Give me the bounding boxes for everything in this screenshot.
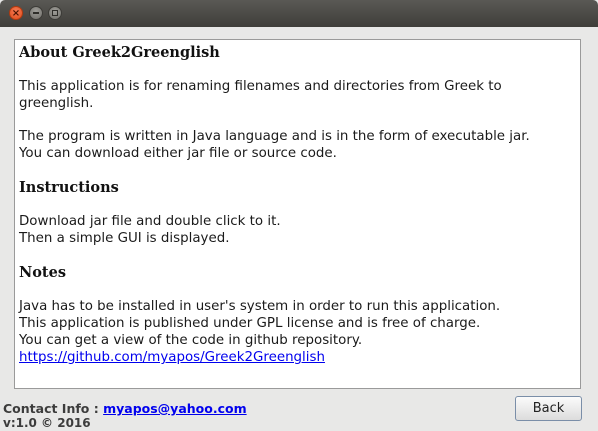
version-label: v:1.0 © 2016 bbox=[3, 416, 91, 430]
about-p2-line-2: You can download either jar file or sour… bbox=[19, 146, 337, 161]
contact-email-link[interactable]: myapos@yahoo.com bbox=[103, 401, 247, 416]
notes-paragraph: Java has to be installed in user's syste… bbox=[19, 298, 576, 366]
back-button[interactable]: Back bbox=[515, 396, 582, 421]
instructions-line-2: Then a simple GUI is displayed. bbox=[19, 231, 230, 246]
about-p1-line-1: This application is for renaming filenam… bbox=[19, 79, 502, 94]
github-link[interactable]: https://github.com/myapos/Greek2Greengli… bbox=[19, 349, 576, 366]
notes-line-2: This application is published under GPL … bbox=[19, 316, 481, 331]
instructions-heading: Instructions bbox=[19, 179, 119, 196]
about-content-panel[interactable]: About Greek2Greenglish This application … bbox=[14, 39, 581, 389]
instructions-line-1: Download jar file and double click to it… bbox=[19, 214, 281, 229]
notes-heading: Notes bbox=[19, 264, 67, 281]
about-p1-line-2: greenglish. bbox=[19, 96, 94, 111]
contact-info: Contact Info : myapos@yahoo.com bbox=[3, 401, 247, 416]
contact-label: Contact Info : bbox=[3, 401, 99, 416]
close-icon[interactable]: × bbox=[9, 6, 23, 20]
about-paragraph-2: The program is written in Java language … bbox=[19, 128, 576, 162]
about-p2-line-1: The program is written in Java language … bbox=[19, 129, 530, 144]
instructions-paragraph: Download jar file and double click to it… bbox=[19, 213, 576, 247]
maximize-icon[interactable] bbox=[48, 6, 62, 20]
notes-line-1: Java has to be installed in user's syste… bbox=[19, 299, 501, 314]
about-heading: About Greek2Greenglish bbox=[19, 44, 220, 61]
notes-line-3: You can get a view of the code in github… bbox=[19, 333, 363, 348]
maximize-glyph bbox=[52, 10, 58, 16]
about-paragraph-1: This application is for renaming filenam… bbox=[19, 78, 576, 112]
minimize-icon[interactable] bbox=[29, 6, 43, 20]
minimize-glyph bbox=[33, 12, 39, 14]
title-bar: × bbox=[0, 0, 598, 27]
